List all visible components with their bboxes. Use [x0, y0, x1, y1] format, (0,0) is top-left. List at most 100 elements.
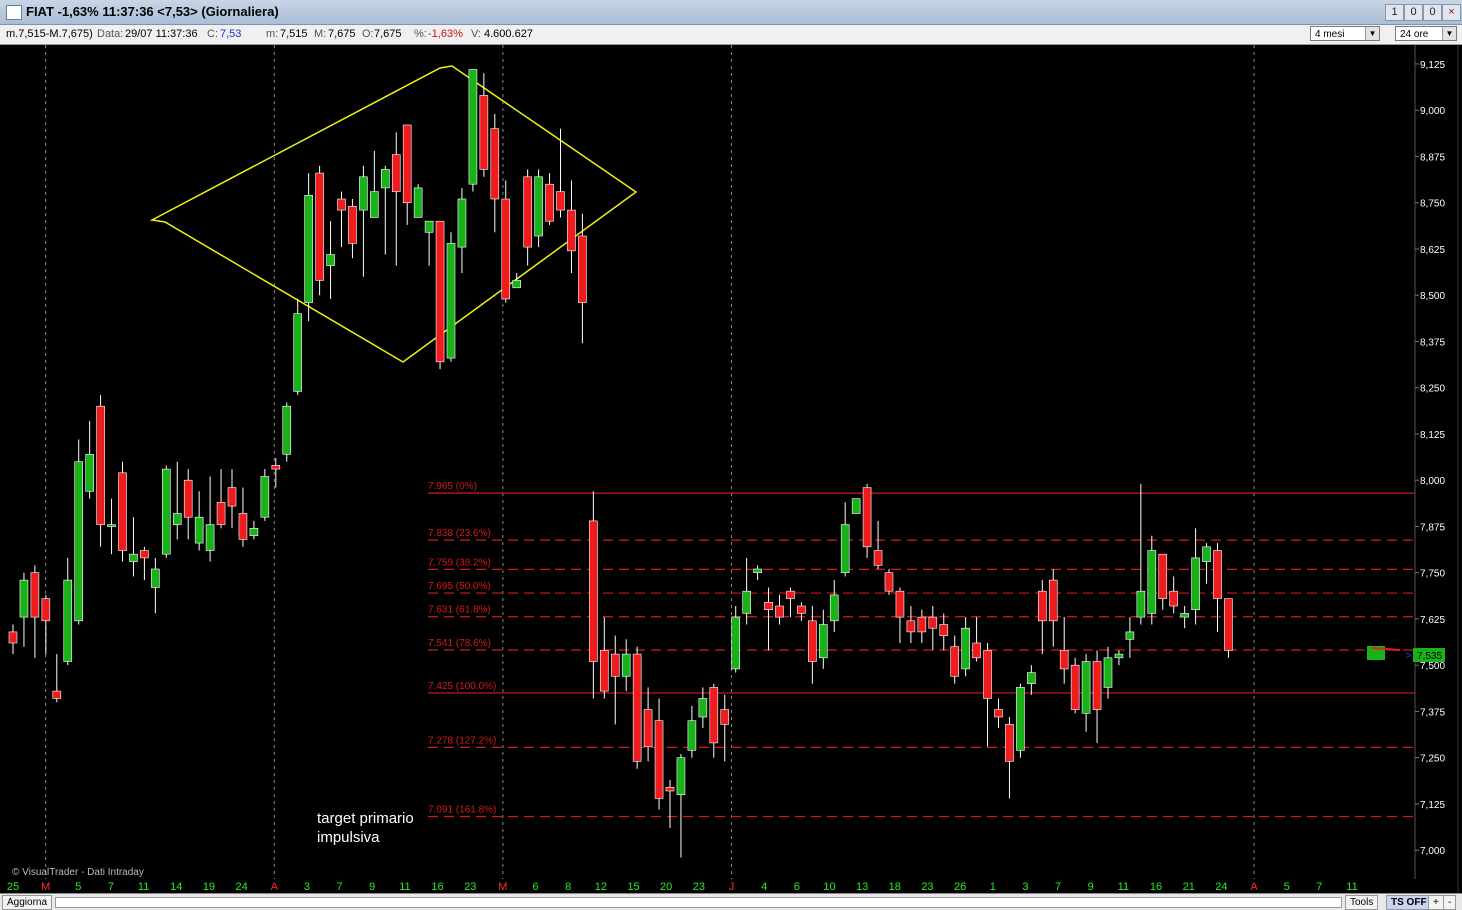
- x-tick-label: 16: [1150, 881, 1162, 893]
- tools-button[interactable]: Tools: [1345, 895, 1379, 910]
- x-tick-label: 11: [1346, 881, 1357, 893]
- close-button[interactable]: ×: [1442, 4, 1461, 21]
- candle-up: [85, 453, 94, 492]
- x-tick-label: 18: [889, 881, 901, 893]
- candle-down: [391, 154, 401, 192]
- x-tick-label: 15: [627, 881, 639, 893]
- candle-down: [906, 620, 916, 633]
- x-tick-label: 5: [75, 881, 81, 893]
- zoom-out-button[interactable]: -: [1443, 895, 1457, 910]
- candle-down: [8, 631, 18, 644]
- chevron-down-icon[interactable]: ▼: [1442, 27, 1456, 40]
- candle-up: [457, 198, 467, 248]
- watermark: © VisualTrader - Dati Intraday: [12, 867, 144, 878]
- candle-up: [293, 313, 303, 392]
- x-tick-label: 9: [1088, 881, 1094, 893]
- zoom-in-button[interactable]: +: [1428, 895, 1444, 910]
- candle-up: [731, 616, 741, 670]
- candle-up: [1136, 590, 1146, 618]
- x-tick-label: 10: [823, 881, 835, 893]
- y-tick-label: 9,125: [1420, 60, 1445, 71]
- candle-down: [238, 513, 248, 540]
- candle-up: [698, 698, 708, 718]
- candle-up: [370, 191, 379, 218]
- candle-down: [337, 198, 346, 211]
- fib-level-label: 7.631 (61.8%): [428, 605, 491, 616]
- maximize-button[interactable]: 0: [1404, 4, 1423, 21]
- candle-down: [589, 520, 598, 662]
- candle-up: [304, 195, 313, 303]
- price-chart[interactable]: 7.965 (0%) 7.838 (23.6%) 7.759 (38.2%) 7.69…: [0, 45, 1462, 893]
- candle-up: [840, 524, 850, 574]
- candle-down: [983, 650, 992, 699]
- candle-up: [380, 169, 390, 189]
- candle-down: [1048, 579, 1058, 622]
- x-tick-label: 7: [108, 881, 114, 893]
- minimize-button[interactable]: 1: [1385, 4, 1404, 21]
- pct-label: %:: [414, 28, 427, 40]
- x-tick-label: 14: [170, 881, 182, 893]
- candle-down: [643, 709, 653, 747]
- candle-down: [1092, 661, 1102, 710]
- open-value: 7,675: [374, 28, 402, 40]
- x-tick-label: 3: [1022, 881, 1028, 893]
- candle-down: [578, 235, 587, 303]
- candle-down: [972, 642, 981, 659]
- candle-up: [851, 498, 861, 514]
- fib-level-label: 7.278 (127.2%): [428, 735, 496, 746]
- candle-down: [216, 502, 226, 525]
- update-button[interactable]: Aggiorna: [2, 895, 53, 910]
- x-tick-label: 12: [595, 881, 607, 893]
- x-tick-label: 1: [990, 881, 996, 893]
- candle-down: [994, 709, 1003, 718]
- close-label: C:: [207, 28, 218, 40]
- candle-up: [742, 590, 751, 614]
- candle-up: [129, 553, 138, 562]
- x-tick-label: 11: [399, 881, 410, 893]
- chevron-down-icon[interactable]: ▼: [1365, 27, 1379, 40]
- y-tick-label: 7,000: [1420, 846, 1445, 857]
- candle-down: [523, 176, 532, 248]
- period-select[interactable]: 4 mesi ▼: [1310, 26, 1380, 41]
- candle-down: [140, 550, 149, 559]
- candle-up: [74, 461, 83, 622]
- y-tick-label: 8,750: [1420, 199, 1445, 210]
- x-tick-label: 3: [304, 881, 310, 893]
- candle-up: [359, 176, 368, 211]
- x-tick-label: 7: [1055, 881, 1061, 893]
- restore-button[interactable]: 0: [1423, 4, 1442, 21]
- ts-off-button[interactable]: TS OFF: [1386, 895, 1432, 910]
- y-tick-label: 7,375: [1420, 707, 1445, 718]
- x-tick-label: 11: [138, 881, 149, 893]
- candle-up: [512, 280, 522, 289]
- fib-level-label: 7.838 (23.6%): [428, 528, 491, 539]
- close-value: 7,53: [220, 28, 242, 40]
- y-tick-label: 8,125: [1420, 430, 1445, 441]
- fib-level-label: 7.759 (38.2%): [428, 557, 491, 568]
- high-value: 7,675: [328, 28, 356, 40]
- fib-level-label: 7.695 (50.0%): [428, 581, 491, 592]
- x-tick-label: 26: [954, 881, 966, 893]
- x-tick-label: 19: [203, 881, 215, 893]
- candle-up: [621, 653, 631, 677]
- candle-down: [479, 95, 489, 170]
- x-tick-label-month: M: [41, 881, 50, 893]
- y-tick-label: 7,750: [1420, 569, 1445, 580]
- period-select-value: 4 mesi: [1315, 29, 1345, 40]
- candle-down: [950, 646, 960, 677]
- candle-down: [402, 124, 412, 203]
- candle-down: [917, 616, 927, 633]
- candle-down: [567, 209, 576, 252]
- candle-up: [1103, 657, 1113, 688]
- interval-select-value: 24 ore: [1400, 29, 1429, 40]
- candle-down: [271, 465, 281, 470]
- candle-up: [829, 594, 839, 622]
- candle-down: [30, 572, 40, 618]
- candle-up: [1125, 631, 1135, 640]
- x-tick-label-month: A: [271, 881, 279, 893]
- horizontal-scrollbar[interactable]: [55, 897, 1342, 908]
- candle-down: [556, 191, 565, 211]
- interval-select[interactable]: 24 ore ▼: [1395, 26, 1457, 41]
- candle-down: [545, 183, 554, 222]
- y-tick-label: 8,250: [1420, 384, 1445, 395]
